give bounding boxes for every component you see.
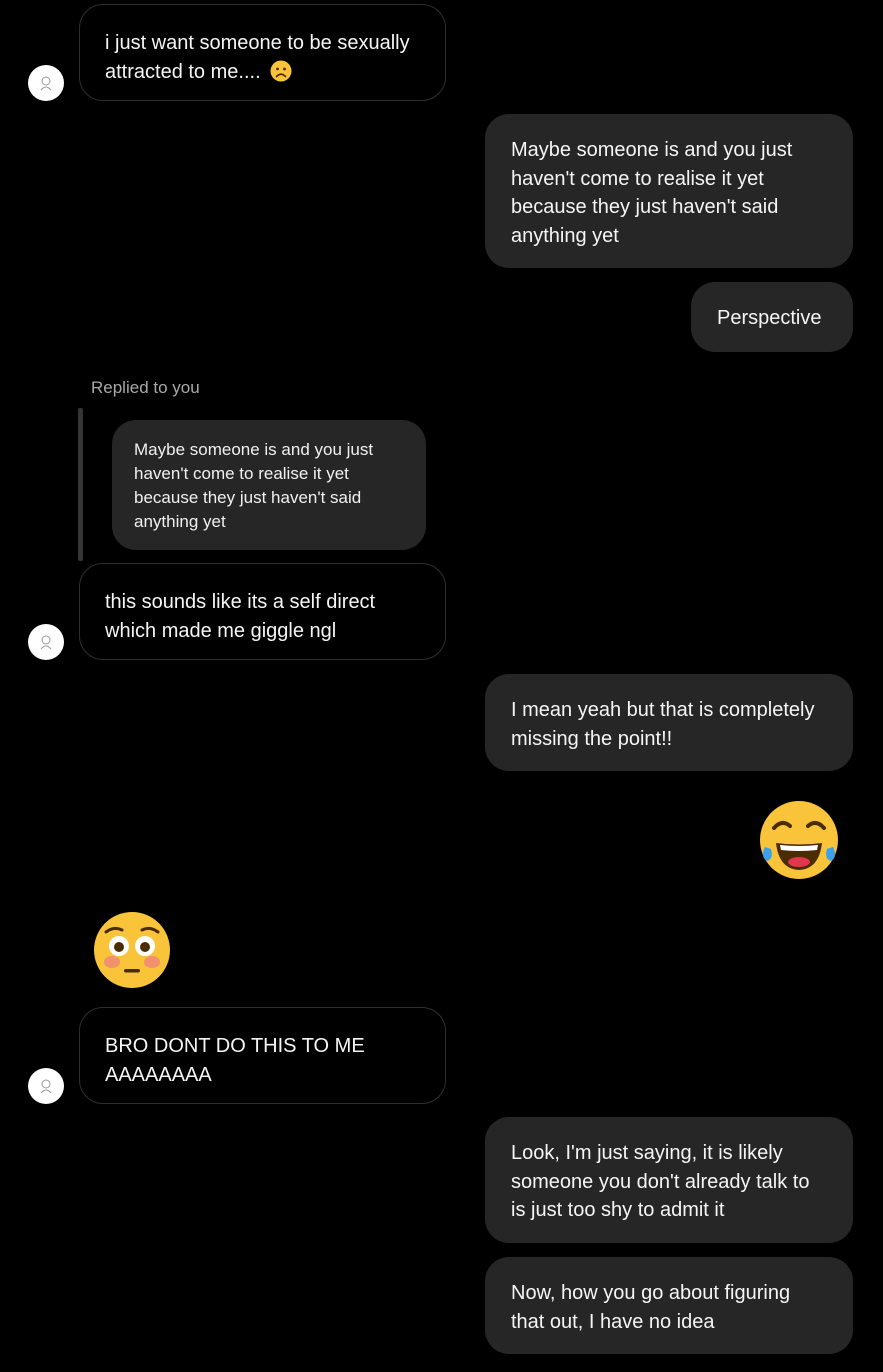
quoted-message-text: Maybe someone is and you just haven't co… xyxy=(134,440,374,531)
incoming-emoji-message[interactable] xyxy=(92,910,172,990)
frowning-face-icon xyxy=(270,60,292,82)
outgoing-emoji-message[interactable] xyxy=(758,799,840,881)
outgoing-message[interactable]: Perspective xyxy=(691,282,853,352)
incoming-message[interactable]: this sounds like its a self direct which… xyxy=(79,563,446,660)
outgoing-message[interactable]: I mean yeah but that is completely missi… xyxy=(485,674,853,771)
message-text: Perspective xyxy=(717,307,822,329)
message-text: Maybe someone is and you just haven't co… xyxy=(511,139,793,247)
reply-label: Replied to you xyxy=(91,378,200,397)
message-text: I mean yeah but that is completely missi… xyxy=(511,699,815,750)
reply-indicator-bar xyxy=(78,408,83,561)
flushed-face-icon xyxy=(94,912,170,988)
contact-avatar[interactable] xyxy=(28,624,64,660)
avatar-sketch-icon xyxy=(40,1079,52,1094)
contact-avatar[interactable] xyxy=(28,65,64,101)
outgoing-message[interactable]: Look, I'm just saying, it is likely some… xyxy=(485,1117,853,1243)
avatar-sketch-icon xyxy=(40,76,52,91)
outgoing-message[interactable]: Maybe someone is and you just haven't co… xyxy=(485,114,853,268)
message-text: this sounds like its a self direct which… xyxy=(105,591,376,642)
incoming-message[interactable]: i just want someone to be sexually attra… xyxy=(79,4,446,101)
avatar-sketch-icon xyxy=(40,635,52,650)
quoted-message[interactable]: Maybe someone is and you just haven't co… xyxy=(112,420,426,550)
outgoing-message[interactable]: Now, how you go about figuring that out,… xyxy=(485,1257,853,1354)
message-text: Now, how you go about figuring that out,… xyxy=(511,1282,791,1333)
contact-avatar[interactable] xyxy=(28,1068,64,1104)
message-text: i just want someone to be sexually attra… xyxy=(105,32,410,83)
incoming-message[interactable]: BRO DONT DO THIS TO ME AAAAAAAA xyxy=(79,1007,446,1104)
message-text: BRO DONT DO THIS TO ME AAAAAAAA xyxy=(105,1035,365,1086)
message-text: Look, I'm just saying, it is likely some… xyxy=(511,1142,810,1221)
face-with-tears-of-joy-icon xyxy=(760,801,838,879)
